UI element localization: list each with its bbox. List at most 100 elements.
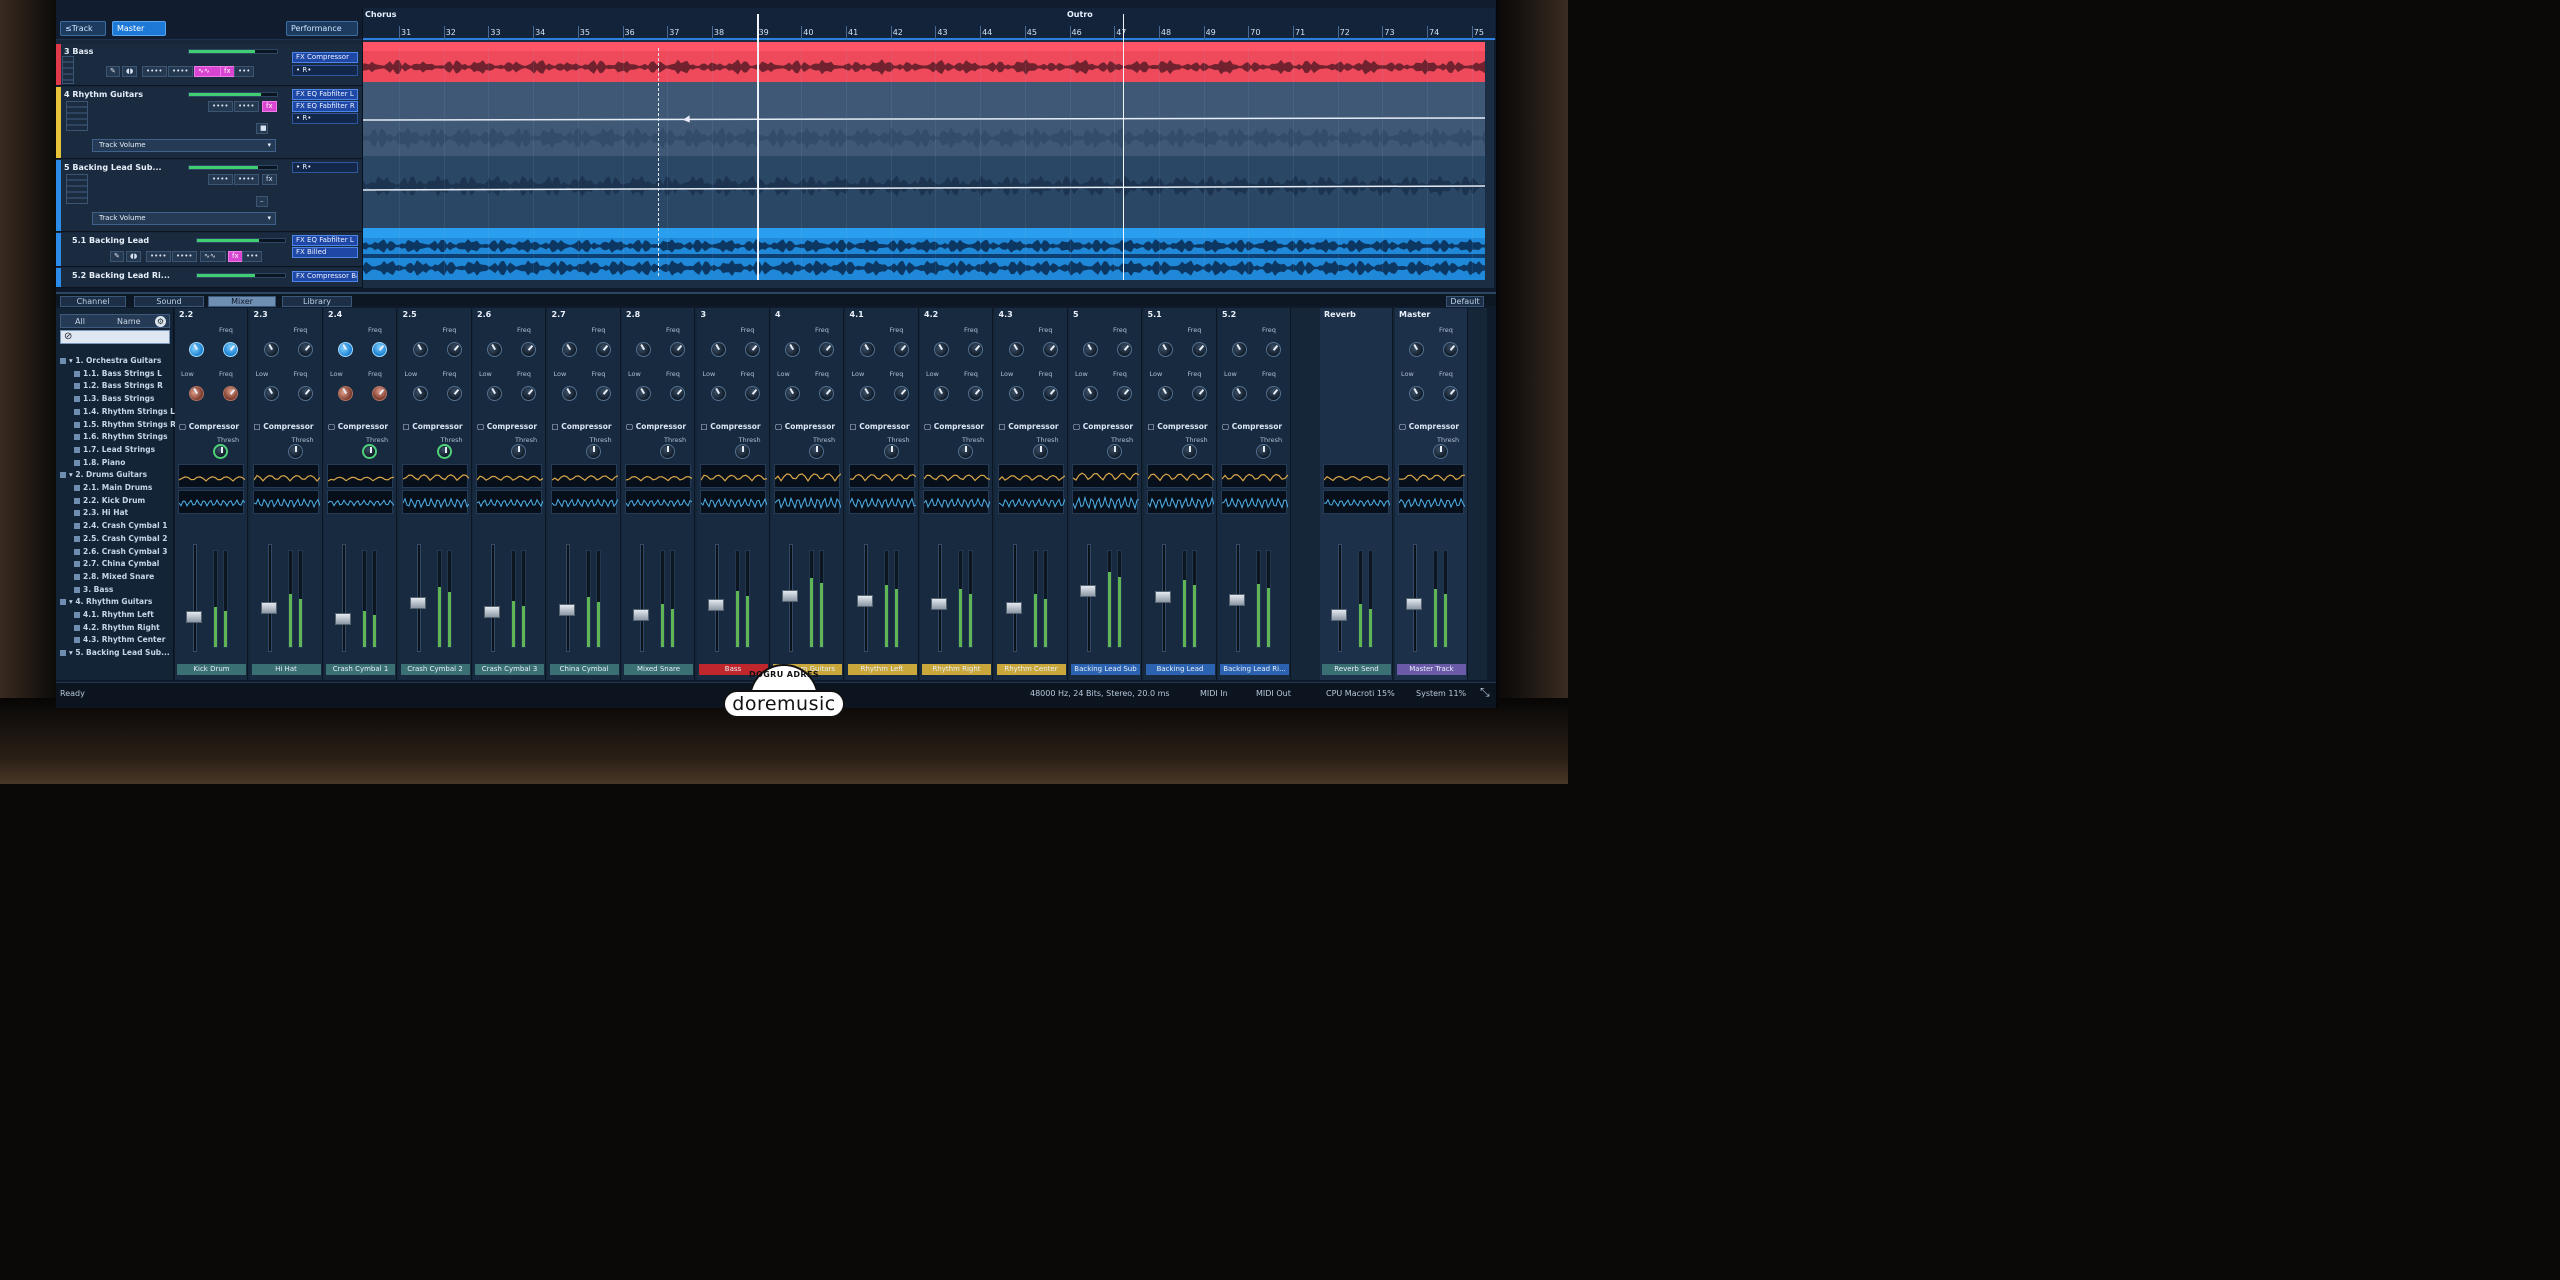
volume-fader[interactable] bbox=[1075, 540, 1137, 660]
thresh-knob[interactable] bbox=[585, 444, 601, 459]
channel-strip[interactable]: 2.6 Freq Low Freq ▢ Compressor Thresh Crash Cy… bbox=[473, 308, 546, 680]
tab-library[interactable]: Library bbox=[282, 296, 352, 307]
eq-high-knob[interactable] bbox=[1439, 338, 1462, 361]
checkbox-icon[interactable] bbox=[74, 396, 80, 403]
volume-fader[interactable] bbox=[479, 540, 541, 660]
checkbox-icon[interactable] bbox=[74, 637, 80, 644]
eq-high-knob[interactable] bbox=[517, 338, 540, 361]
track-volume-select[interactable]: Track Volume ▾ bbox=[92, 212, 276, 225]
browser-item[interactable]: 1.7. Lead Strings bbox=[74, 445, 155, 454]
thresh-knob[interactable] bbox=[1181, 444, 1197, 459]
eq-high-knob[interactable] bbox=[443, 338, 465, 361]
eq-low-knob[interactable] bbox=[1080, 383, 1101, 404]
marker-chorus[interactable]: Chorus bbox=[365, 10, 396, 19]
channel-strip[interactable]: 2.3 Freq Low Freq ▢ Compressor Thresh Hi Hat bbox=[249, 308, 323, 680]
channel-strip[interactable]: 2.7 Freq Low Freq ▢ Compressor Thresh China Cy… bbox=[547, 308, 621, 680]
insert-slot-2[interactable]: • R• bbox=[292, 65, 358, 76]
outro-marker-line[interactable] bbox=[1123, 14, 1124, 280]
fader-cap[interactable] bbox=[186, 610, 202, 623]
fader-cap[interactable] bbox=[856, 594, 873, 607]
solo-button[interactable]: •••• bbox=[172, 251, 197, 262]
track-name[interactable]: 5.2 Backing Lead Ri... bbox=[72, 271, 170, 280]
checkbox-icon[interactable] bbox=[74, 434, 80, 441]
volume-fader[interactable] bbox=[256, 540, 318, 660]
browser-item[interactable]: 1.8. Piano bbox=[74, 458, 125, 467]
volume-fader[interactable] bbox=[1224, 540, 1286, 660]
thresh-knob[interactable] bbox=[436, 444, 452, 459]
checkbox-icon[interactable] bbox=[74, 497, 80, 504]
automation-icon[interactable] bbox=[62, 56, 74, 84]
fader-cap[interactable] bbox=[484, 606, 500, 619]
fader-cap[interactable] bbox=[782, 589, 798, 602]
mute-button[interactable]: •••• bbox=[208, 101, 233, 112]
channel-name-label[interactable]: Crash Cymbal 3 bbox=[475, 664, 544, 675]
fader-cap[interactable] bbox=[335, 613, 351, 626]
checkbox-icon[interactable] bbox=[60, 358, 66, 364]
fader-cap[interactable] bbox=[409, 596, 426, 609]
checkbox-icon[interactable] bbox=[74, 624, 80, 631]
channel-name-label[interactable]: Reverb Send bbox=[1322, 664, 1391, 675]
eq-low-knob[interactable] bbox=[782, 383, 803, 404]
browser-item[interactable]: 1.5. Rhythm Strings R bbox=[74, 420, 176, 429]
checkbox-icon[interactable] bbox=[74, 485, 80, 491]
channel-name-label[interactable]: Mixed Snare bbox=[624, 664, 693, 675]
insert-slot-2[interactable]: FX EQ Fabfilter R bbox=[292, 101, 358, 112]
performance-button[interactable]: Performance bbox=[286, 21, 358, 36]
volume-fader[interactable] bbox=[330, 540, 392, 660]
thresh-knob[interactable] bbox=[287, 444, 303, 459]
eq-low-knob[interactable] bbox=[592, 382, 614, 405]
checkbox-icon[interactable] bbox=[74, 408, 80, 415]
eq-low-knob[interactable] bbox=[633, 383, 654, 404]
settings-icon[interactable]: ⚙ bbox=[155, 316, 166, 327]
solo-button[interactable]: •••• bbox=[234, 101, 259, 112]
channel-strip[interactable]: 5 Freq Low Freq ▢ Compressor Thresh Backing Le… bbox=[1069, 308, 1142, 680]
eq-high-knob[interactable] bbox=[815, 338, 838, 361]
solo-button[interactable]: •••• bbox=[168, 66, 193, 77]
checkbox-icon[interactable] bbox=[74, 612, 80, 618]
eq-low-knob[interactable] bbox=[1262, 382, 1285, 405]
column-name[interactable]: Name bbox=[117, 317, 141, 326]
eq-high-knob[interactable] bbox=[707, 339, 729, 360]
eq-low-knob[interactable] bbox=[964, 382, 987, 405]
fader-cap[interactable] bbox=[1229, 593, 1245, 606]
track-name[interactable]: 5 Backing Lead Sub... bbox=[64, 163, 162, 172]
eq-low-knob[interactable] bbox=[443, 382, 465, 405]
channel-strip[interactable]: 5.2 Freq Low Freq ▢ Compressor Thresh Backing … bbox=[1218, 308, 1291, 680]
tab-channel[interactable]: Channel bbox=[60, 296, 126, 307]
checkbox-icon[interactable] bbox=[74, 535, 80, 542]
checkbox-icon[interactable] bbox=[74, 370, 80, 377]
insert-slot[interactable]: FX Compressor bbox=[292, 52, 358, 63]
eq-low-knob[interactable] bbox=[890, 382, 912, 405]
eq-high-knob[interactable] bbox=[741, 338, 763, 361]
channel-strip[interactable]: 4 Freq Low Freq ▢ Compressor Thresh Rhythm Gui… bbox=[771, 308, 844, 680]
arrangement-view[interactable]: Chorus Outro 31 32 33 34 35 36 37 38 39 40 41 42 43 4… bbox=[362, 8, 1495, 288]
channel-strip[interactable]: Reverb Reverb Send bbox=[1320, 308, 1393, 680]
track-header-rhythm-guitars[interactable]: 4 Rhythm Guitars •••• •••• fx ■ Track Vo… bbox=[56, 87, 362, 159]
fader-cap[interactable] bbox=[707, 599, 724, 612]
browser-item[interactable]: 2.1. Main Drums bbox=[74, 483, 152, 492]
browser-item[interactable]: 1.1. Bass Strings L bbox=[74, 369, 162, 378]
eq-low-knob[interactable] bbox=[484, 383, 505, 404]
thresh-knob[interactable] bbox=[1107, 444, 1122, 459]
checkbox-icon[interactable] bbox=[74, 421, 80, 428]
eq-high-knob[interactable] bbox=[484, 339, 505, 360]
thresh-knob[interactable] bbox=[511, 444, 526, 459]
loop-start-marker[interactable] bbox=[658, 48, 659, 276]
layout-default-select[interactable]: Default bbox=[1446, 296, 1484, 307]
volume-fader[interactable] bbox=[1150, 540, 1212, 660]
tab-mixer[interactable]: Mixer bbox=[208, 296, 276, 307]
checkbox-icon[interactable] bbox=[74, 573, 80, 580]
eq-high-knob[interactable] bbox=[1080, 339, 1101, 360]
browser-item[interactable]: 1.3. Bass Strings bbox=[74, 394, 155, 403]
channel-strip[interactable]: 2.8 Freq Low Freq ▢ Compressor Thresh Mixed Sn… bbox=[622, 308, 695, 680]
eq-high-knob[interactable] bbox=[294, 338, 316, 361]
eq-high-knob[interactable] bbox=[335, 339, 356, 360]
track-volume-select[interactable]: Track Volume ▾ bbox=[92, 139, 276, 152]
track-name[interactable]: 5.1 Backing Lead bbox=[72, 236, 149, 245]
browser-item[interactable]: 1.4. Rhythm Strings L bbox=[74, 407, 175, 416]
eq-high-knob[interactable] bbox=[409, 339, 431, 360]
eq-low-knob[interactable] bbox=[666, 382, 689, 405]
browser-item[interactable]: ▾ 5. Backing Lead Sub... bbox=[60, 648, 170, 657]
channel-name-label[interactable]: Crash Cymbal 2 bbox=[400, 664, 470, 675]
eq-high-knob[interactable] bbox=[1188, 338, 1210, 361]
